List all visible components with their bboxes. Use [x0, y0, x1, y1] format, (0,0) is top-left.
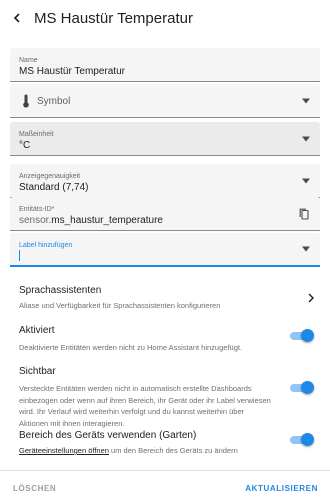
- arrow-left-icon: [13, 13, 20, 23]
- name-field[interactable]: Name MS Haustür Temperatur: [10, 48, 320, 82]
- label-field-label: Label hinzufügen: [19, 242, 73, 249]
- copy-icon[interactable]: [299, 208, 309, 220]
- unit-select-value: °C: [19, 140, 31, 151]
- delete-button[interactable]: LÖSCHEN: [13, 484, 56, 493]
- enabled-title: Aktiviert: [19, 325, 55, 336]
- voice-assistants-title: Sprachassistenten: [19, 285, 102, 296]
- entity-id-field[interactable]: Entitäts-ID* sensor.ms_haustur_temperatu…: [10, 197, 320, 231]
- visible-desc: Versteckte Entitäten werden nicht in aut…: [19, 384, 271, 428]
- icon-picker[interactable]: Symbol: [10, 84, 320, 118]
- entity-id-value: sensor.ms_haustur_temperature: [19, 215, 163, 226]
- page-title: MS Haustür Temperatur: [34, 9, 193, 27]
- chevron-down-icon: [302, 178, 310, 183]
- chevron-down-icon: [302, 136, 310, 141]
- visible-row: Sichtbar Versteckte Entitäten werden nic…: [19, 366, 314, 429]
- name-field-label: Name: [19, 57, 38, 64]
- device-area-row: Bereich des Geräts verwenden (Garten) Ge…: [19, 430, 314, 457]
- enabled-desc: Deaktivierte Entitäten werden nicht zu H…: [19, 343, 243, 352]
- thermometer-icon: [23, 94, 29, 108]
- text-cursor: [19, 250, 20, 261]
- toggle-knob: [301, 381, 314, 394]
- entity-id-text: ms_haustur_temperature: [51, 215, 163, 226]
- precision-select[interactable]: Anzeigegenauigkeit Standard (7,74): [10, 164, 320, 198]
- visible-title: Sichtbar: [19, 366, 56, 377]
- enabled-toggle[interactable]: [288, 329, 314, 343]
- chevron-right-icon: [308, 293, 314, 303]
- dialog-header: MS Haustür Temperatur: [0, 0, 330, 36]
- device-settings-link[interactable]: Geräteeinstellungen öffnen: [19, 446, 109, 455]
- chevron-down-icon: [302, 246, 310, 252]
- label-field[interactable]: Label hinzufügen: [10, 233, 320, 267]
- entity-id-prefix: sensor.: [19, 215, 52, 226]
- device-area-toggle[interactable]: [288, 433, 314, 447]
- unit-select-label: Maßeinheit: [19, 131, 54, 138]
- device-area-title: Bereich des Geräts verwenden (Garten): [19, 430, 197, 441]
- icon-picker-placeholder: Symbol: [37, 96, 71, 107]
- enabled-row: Aktiviert Deaktivierte Entitäten werden …: [19, 325, 314, 354]
- toggle-knob: [301, 329, 314, 342]
- precision-select-label: Anzeigegenauigkeit: [19, 173, 81, 180]
- chevron-down-icon: [302, 98, 310, 103]
- update-button[interactable]: AKTUALISIEREN: [245, 484, 318, 493]
- precision-select-value: Standard (7,74): [19, 182, 89, 193]
- voice-assistants-row[interactable]: Sprachassistenten Aliase und Verfügbarke…: [19, 285, 314, 312]
- name-field-value: MS Haustür Temperatur: [19, 66, 125, 77]
- dialog-footer: LÖSCHEN AKTUALISIEREN: [0, 470, 330, 501]
- voice-assistants-desc: Aliase und Verfügbarkeit für Sprachassis…: [19, 301, 221, 310]
- back-button[interactable]: [2, 0, 32, 36]
- device-area-desc: Geräteeinstellungen öffnen um den Bereic…: [19, 445, 274, 457]
- entity-id-label: Entitäts-ID*: [19, 206, 55, 213]
- visible-toggle[interactable]: [288, 381, 314, 395]
- device-area-desc-rest: um den Bereich des Geräts zu ändern: [108, 446, 238, 455]
- unit-select[interactable]: Maßeinheit °C: [10, 122, 320, 156]
- toggle-knob: [301, 433, 314, 446]
